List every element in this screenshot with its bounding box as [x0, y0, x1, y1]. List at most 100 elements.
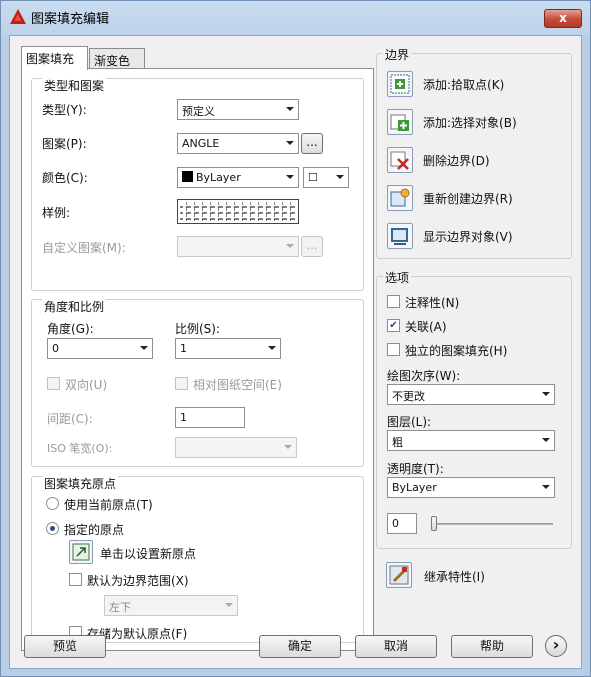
no-fill-swatch-icon: ☐: [308, 171, 318, 184]
type-select[interactable]: 预定义: [177, 99, 299, 120]
remove-boundaries-button[interactable]: [387, 147, 413, 173]
options-title: 选项: [383, 269, 412, 286]
tab-hatch[interactable]: 图案填充: [21, 46, 88, 70]
separate-hatches-label: 独立的图案填充(H): [405, 344, 508, 358]
spacing-label: 间距(C):: [47, 412, 93, 426]
dialog-client: 图案填充 渐变色 类型和图案 类型(Y): 预定义 图案(P): ANGLE .…: [9, 35, 582, 669]
chevron-right-icon: ›: [552, 635, 560, 654]
scale-select[interactable]: 1: [175, 338, 281, 359]
close-icon: x: [559, 11, 567, 25]
view-selections-icon: [391, 228, 408, 245]
inherit-properties-icon: [389, 565, 409, 585]
associative-label: 关联(A): [405, 320, 447, 334]
custom-browse-label: ...: [306, 238, 318, 252]
window-title: 图案填充编辑: [31, 12, 110, 27]
relative-paper-label: 相对图纸空间(E): [193, 378, 282, 392]
spacing-input[interactable]: 1: [175, 407, 245, 428]
draw-order-value: 不更改: [392, 390, 425, 403]
hatch-edit-dialog: 图案填充编辑 x 图案填充 渐变色 类型和图案 类型(Y): 预定义 图案(P)…: [0, 0, 591, 677]
check-mark-icon: ✔: [389, 320, 398, 331]
double-checkbox[interactable]: [47, 377, 60, 390]
type-pattern-group: 类型和图案 类型(Y): 预定义 图案(P): ANGLE ... 颜色(C):…: [31, 77, 364, 291]
transparency-amount-input[interactable]: 0: [387, 513, 417, 534]
chevron-down-icon: [268, 346, 276, 350]
extents-select[interactable]: 左下: [104, 595, 238, 616]
custom-pattern-label: 自定义图案(M):: [42, 241, 126, 255]
tab-hatch-label: 图案填充: [26, 52, 75, 66]
hatch-origin-group: 图案填充原点 使用当前原点(T) 指定的原点 单击以设置新原点 默认为边界范围(…: [31, 475, 364, 643]
inherit-properties-label: 继承特性(I): [424, 570, 485, 584]
type-pattern-title: 类型和图案: [42, 77, 107, 94]
transparency-slider-track[interactable]: [431, 523, 553, 525]
associative-checkbox[interactable]: ✔: [387, 319, 400, 332]
recreate-boundary-icon: [390, 188, 410, 207]
use-current-origin-radio[interactable]: [46, 497, 59, 510]
inherit-properties-button[interactable]: [386, 562, 412, 588]
type-value: 预定义: [182, 105, 215, 118]
autocad-logo-icon: [10, 9, 26, 24]
tab-gradient[interactable]: 渐变色: [89, 48, 145, 70]
chevron-down-icon: [336, 175, 344, 179]
custom-browse-button[interactable]: ...: [301, 236, 323, 257]
spacing-value: 1: [180, 411, 187, 424]
tab-gradient-label: 渐变色: [94, 54, 131, 68]
pattern-browse-label: ...: [306, 135, 318, 149]
angle-select[interactable]: 0: [47, 338, 153, 359]
set-origin-button[interactable]: [69, 540, 93, 564]
chevron-down-icon: [286, 107, 294, 111]
boundaries-group: 边界 添加:拾取点(K) 添加:选择对象(B) 删除边界(D) 重新创建边界(R…: [376, 46, 572, 259]
transparency-amount-value: 0: [392, 517, 399, 530]
view-selections-label: 显示边界对象(V): [423, 230, 513, 244]
add-pick-points-label: 添加:拾取点(K): [423, 78, 505, 92]
more-options-button[interactable]: ›: [545, 635, 567, 657]
pattern-sample-swatch[interactable]: [177, 199, 299, 224]
iso-pen-width-select[interactable]: [175, 437, 297, 458]
pattern-value: ANGLE: [182, 137, 220, 150]
default-extents-checkbox[interactable]: [69, 573, 82, 586]
layer-label: 图层(L):: [387, 415, 432, 429]
layer-select[interactable]: 粗: [387, 430, 555, 451]
add-select-objects-button[interactable]: [387, 109, 413, 135]
annotative-label: 注释性(N): [405, 296, 460, 310]
pattern-select[interactable]: ANGLE: [177, 133, 299, 154]
background-color-select[interactable]: ☐: [303, 167, 349, 188]
separate-hatches-checkbox[interactable]: [387, 343, 400, 356]
draw-order-select[interactable]: 不更改: [387, 384, 555, 405]
ok-label: 确定: [287, 639, 312, 653]
hatch-tab-panel: 类型和图案 类型(Y): 预定义 图案(P): ANGLE ... 颜色(C):…: [21, 68, 374, 651]
pattern-browse-button[interactable]: ...: [301, 133, 323, 154]
scale-value: 1: [180, 342, 187, 355]
angle-scale-group: 角度和比例 角度(G): 0 比例(S): 1 双向(U) 相对图纸空间(E) …: [31, 298, 364, 467]
chevron-down-icon: [140, 346, 148, 350]
color-swatch: [182, 171, 193, 182]
color-select[interactable]: ByLayer: [177, 167, 299, 188]
ok-button[interactable]: 确定: [259, 635, 341, 658]
recreate-boundary-button[interactable]: [387, 185, 413, 211]
transparency-select[interactable]: ByLayer: [387, 477, 555, 498]
transparency-slider-thumb[interactable]: [431, 516, 437, 531]
chevron-down-icon: [286, 244, 294, 248]
title-bar: 图案填充编辑 x: [1, 1, 590, 33]
annotative-checkbox[interactable]: [387, 295, 400, 308]
preview-button[interactable]: 预览: [24, 635, 106, 658]
preview-label: 预览: [52, 639, 77, 653]
custom-pattern-select[interactable]: [177, 236, 299, 257]
view-selections-button[interactable]: [387, 223, 413, 249]
sample-label: 样例:: [42, 206, 71, 220]
specified-origin-label: 指定的原点: [64, 523, 125, 537]
angle-pattern-preview: [180, 202, 296, 221]
default-extents-label: 默认为边界范围(X): [87, 574, 189, 588]
transparency-value: ByLayer: [392, 481, 437, 494]
transparency-label: 透明度(T):: [387, 462, 444, 476]
specified-origin-radio[interactable]: [46, 522, 59, 535]
close-button[interactable]: x: [544, 9, 582, 28]
add-pick-points-button[interactable]: [387, 71, 413, 97]
chevron-down-icon: [542, 438, 550, 442]
help-button[interactable]: 帮助: [451, 635, 533, 658]
chevron-down-icon: [286, 141, 294, 145]
relative-paper-checkbox[interactable]: [175, 377, 188, 390]
pattern-label: 图案(P):: [42, 137, 87, 151]
layer-value: 粗: [392, 436, 403, 449]
angle-scale-title: 角度和比例: [42, 298, 107, 315]
cancel-button[interactable]: 取消: [355, 635, 437, 658]
